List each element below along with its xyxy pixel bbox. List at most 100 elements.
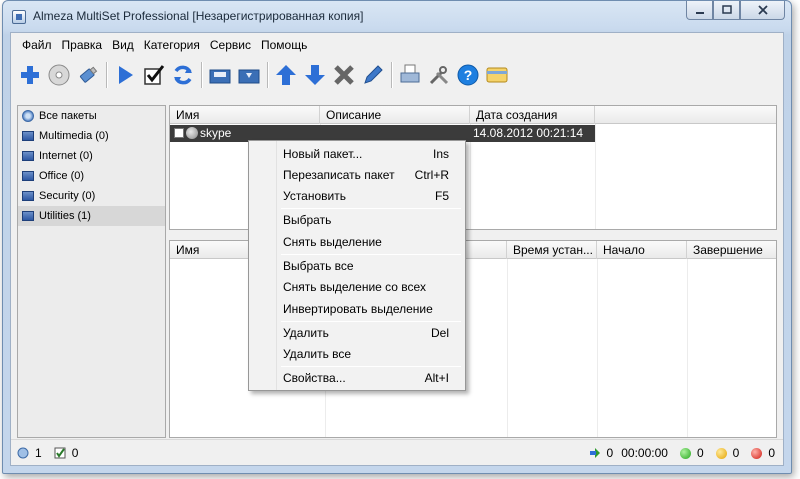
menu-item-label: Удалить [283, 326, 329, 340]
open-button[interactable] [207, 62, 233, 88]
menu-item-new-package[interactable]: Новый пакет... Ins [251, 143, 463, 165]
column-header-name[interactable]: Имя [170, 106, 320, 124]
grid-line [687, 259, 688, 437]
usb-icon [79, 66, 98, 83]
usb-button[interactable] [75, 62, 101, 88]
column-header-install-time[interactable]: Время устан... [507, 241, 597, 259]
folder-open-icon [209, 69, 231, 84]
menu-item-delete[interactable]: Удалить Del [251, 322, 463, 344]
success-count: 0 [696, 446, 704, 460]
category-internet[interactable]: Internet (0) [18, 146, 165, 166]
warning-count: 0 [732, 446, 740, 460]
delete-button[interactable] [331, 62, 357, 88]
menu-edit[interactable]: Правка [57, 35, 108, 55]
column-header-description[interactable]: Описание [320, 106, 470, 124]
play-button[interactable] [112, 62, 138, 88]
menu-item-delete-all[interactable]: Удалить все [251, 343, 463, 365]
help-icon: ? [457, 64, 479, 86]
menu-item-shortcut: Ins [432, 147, 449, 161]
category-utilities[interactable]: Utilities (1) [18, 206, 165, 226]
toolbar-separator [391, 62, 392, 88]
menu-item-install[interactable]: Установить F5 [251, 185, 463, 207]
menu-item-properties[interactable]: Свойства... Alt+I [251, 367, 463, 389]
grid-line [595, 124, 596, 229]
category-multimedia[interactable]: Multimedia (0) [18, 126, 165, 146]
add-button[interactable] [17, 62, 43, 88]
folder-icon [22, 151, 34, 161]
app-icon[interactable] [12, 10, 26, 24]
menu-item-label: Инвертировать выделение [283, 302, 433, 316]
category-office[interactable]: Office (0) [18, 166, 165, 186]
menu-item-select[interactable]: Выбрать [251, 209, 463, 231]
menu-item-shortcut: Del [430, 326, 449, 340]
menu-item-shortcut: Alt+I [424, 371, 449, 385]
tools-icon [429, 66, 449, 85]
refresh-button[interactable] [170, 62, 196, 88]
category-tree[interactable]: Все пакеты Multimedia (0) Internet (0) O… [17, 105, 166, 438]
minimize-button[interactable] [686, 1, 713, 20]
folder-icon [22, 171, 34, 181]
toolbar-separator [106, 62, 107, 88]
column-header-end[interactable]: Завершение [687, 241, 776, 259]
maximize-button[interactable] [713, 1, 740, 20]
packages-header: Имя Описание Дата создания [170, 106, 776, 124]
close-button[interactable] [740, 1, 785, 20]
install-icon [589, 448, 600, 458]
delete-icon [334, 65, 354, 85]
column-header-date[interactable]: Дата создания [470, 106, 595, 124]
print-button[interactable] [397, 62, 423, 88]
install-count: 0 [606, 446, 614, 460]
category-label: Utilities (1) [39, 210, 91, 222]
menu-item-overwrite-package[interactable]: Перезаписать пакет Ctrl+R [251, 164, 463, 186]
folder-save-icon [238, 69, 260, 84]
save-button[interactable] [236, 62, 262, 88]
close-icon [757, 5, 768, 15]
package-date: 14.08.2012 00:21:14 [473, 126, 584, 140]
menu-category[interactable]: Категория [139, 35, 205, 55]
menu-item-label: Выбрать все [283, 259, 354, 273]
menu-item-deselect[interactable]: Снять выделение [251, 231, 463, 253]
menu-item-label: Свойства... [283, 371, 346, 385]
all-packages-icon [22, 110, 34, 122]
edit-button[interactable] [360, 62, 386, 88]
packages-count: 1 [35, 445, 42, 460]
menu-item-deselect-all[interactable]: Снять выделение со всех [251, 276, 463, 298]
disc-button[interactable] [46, 62, 72, 88]
status-bar: 1 0 0 00:00:00 0 0 0 [11, 439, 783, 465]
maximize-icon [721, 5, 732, 14]
menu-file[interactable]: Файл [17, 35, 57, 55]
folder-icon [22, 131, 34, 141]
elapsed-time: 00:00:00 [621, 446, 668, 460]
menu-service[interactable]: Сервис [205, 35, 256, 55]
menu-view[interactable]: Вид [107, 35, 139, 55]
category-label: Security (0) [39, 190, 96, 202]
column-header-start[interactable]: Начало [597, 241, 687, 259]
packages-count-icon [17, 447, 29, 458]
category-security[interactable]: Security (0) [18, 186, 165, 206]
refresh-icon [174, 65, 192, 85]
arrow-up-icon [276, 65, 296, 85]
help-button[interactable]: ? [455, 62, 481, 88]
menu-bar: Файл Правка Вид Категория Сервис Помощь [11, 33, 783, 57]
check-button[interactable] [141, 62, 167, 88]
package-icon [186, 127, 198, 139]
category-all[interactable]: Все пакеты [18, 106, 165, 126]
settings-button[interactable] [426, 62, 452, 88]
menu-item-label: Выбрать [283, 213, 332, 227]
success-icon [679, 447, 691, 459]
menu-help[interactable]: Помощь [256, 35, 312, 55]
register-button[interactable] [484, 62, 510, 88]
folder-icon [22, 191, 34, 201]
category-label: Office (0) [39, 170, 85, 182]
menu-item-invert-selection[interactable]: Инвертировать выделение [251, 298, 463, 320]
menu-item-label: Новый пакет... [283, 147, 363, 161]
menu-item-select-all[interactable]: Выбрать все [251, 255, 463, 277]
error-icon [751, 447, 763, 459]
window-controls [686, 1, 785, 20]
title-bar[interactable]: Almeza MultiSet Professional [Незарегист… [3, 1, 791, 31]
warning-icon [715, 447, 727, 459]
move-down-button[interactable] [302, 62, 328, 88]
row-checkbox[interactable] [174, 128, 184, 138]
check-icon [144, 65, 165, 85]
move-up-button[interactable] [273, 62, 299, 88]
